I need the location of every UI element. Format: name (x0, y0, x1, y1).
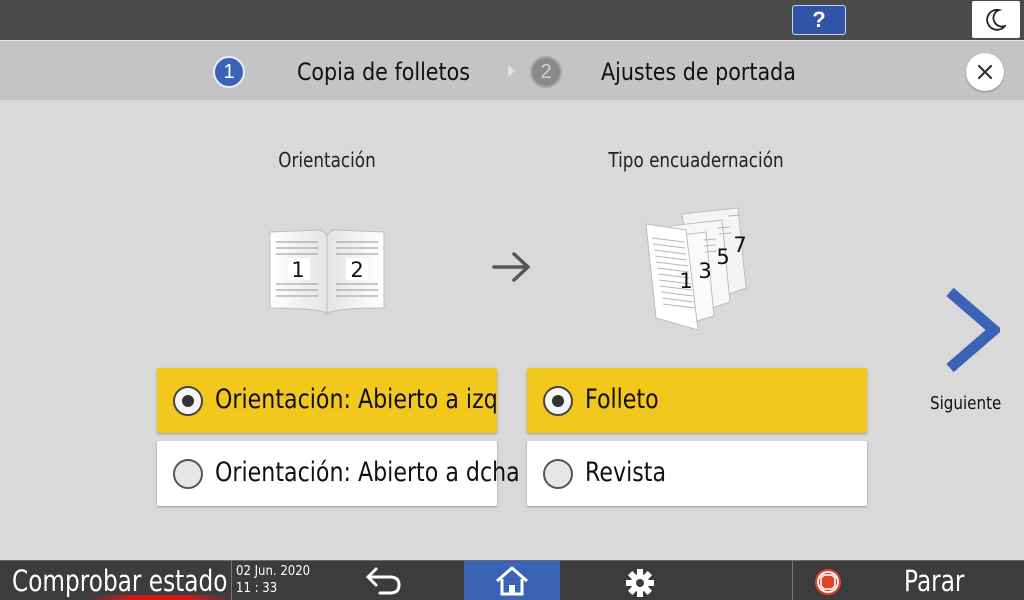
page-number-label: 2 (350, 258, 363, 282)
option-magazine[interactable]: Revista (527, 441, 867, 506)
option-label: Orientación: Abierto a dcha (215, 457, 520, 488)
booklet-stack-illustration: 1 3 5 7 (645, 207, 747, 331)
page-number-label: 1 (679, 269, 692, 293)
next-button-label[interactable]: Siguiente (930, 393, 1001, 414)
help-icon: ? (812, 7, 826, 32)
option-label: Orientación: Abierto a izq (215, 384, 498, 415)
radio-unselected-icon (173, 459, 203, 489)
radio-selected-icon (173, 386, 203, 416)
back-icon[interactable] (364, 565, 404, 597)
home-icon (496, 566, 528, 596)
step-1-indicator: 1 (213, 56, 245, 88)
divider (792, 561, 793, 600)
arrow-right-icon (492, 252, 530, 282)
page-number-label: 1 (291, 258, 304, 282)
time-label: 11 : 33 (236, 581, 278, 596)
home-button[interactable] (464, 561, 560, 600)
option-label: Folleto (585, 384, 659, 415)
energy-saver-button[interactable] (972, 1, 1020, 38)
page-number-label: 3 (698, 259, 711, 283)
divider (231, 561, 232, 600)
option-booklet[interactable]: Folleto (527, 368, 867, 433)
moon-icon (986, 9, 1006, 31)
option-open-left[interactable]: Orientación: Abierto a izq (157, 368, 498, 433)
open-book-illustration: 1 2 (269, 229, 385, 316)
check-status-button[interactable]: Comprobar estado (12, 563, 227, 599)
binding-type-title: Tipo encuadernación (608, 148, 784, 172)
page-number-label: 5 (716, 245, 729, 269)
orientation-title: Orientación (278, 148, 376, 172)
stop-button[interactable]: Parar (904, 563, 964, 599)
step-2-indicator: 2 (530, 56, 562, 88)
step-1-label: Copia de folletos (297, 58, 470, 86)
chevron-right-icon[interactable] (944, 288, 1000, 372)
wizard-step-bar: 1 Copia de folletos 2 Ajustes de portada (0, 40, 1024, 100)
close-icon (977, 64, 993, 80)
option-label: Revista (585, 457, 667, 488)
step-2-label: Ajustes de portada (601, 58, 796, 86)
stop-icon[interactable] (814, 568, 842, 596)
radio-unselected-icon (543, 459, 573, 489)
radio-selected-icon (543, 386, 573, 416)
step-separator-icon (508, 65, 515, 77)
close-button[interactable] (966, 53, 1004, 91)
help-button[interactable]: ? (792, 5, 846, 35)
gear-icon[interactable] (624, 567, 656, 599)
top-status-bar: ? (0, 0, 1024, 40)
page-number-label: 7 (733, 233, 746, 257)
date-label: 02 Jun. 2020 (236, 564, 311, 579)
option-open-right[interactable]: Orientación: Abierto a dcha (157, 441, 520, 506)
date-time: 02 Jun. 2020 11 : 33 (236, 563, 310, 597)
bottom-bar: Comprobar estado 02 Jun. 2020 11 : 33 Pa… (0, 560, 1024, 600)
